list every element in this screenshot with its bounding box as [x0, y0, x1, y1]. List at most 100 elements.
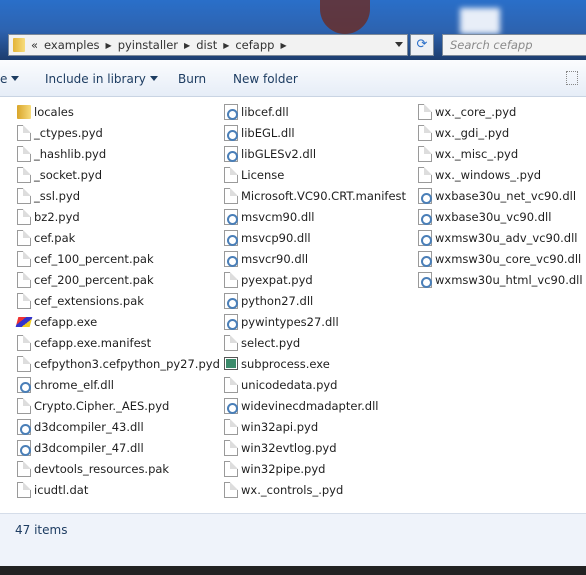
file-item[interactable]: cefapp.exe: [15, 311, 220, 332]
file-icon: [17, 481, 31, 498]
file-item[interactable]: libEGL.dll: [224, 122, 406, 143]
dll-file-icon: [224, 208, 238, 225]
file-name: subprocess.exe: [241, 356, 330, 371]
file-item[interactable]: python27.dll: [224, 290, 406, 311]
file-item[interactable]: _ctypes.pyd: [17, 122, 220, 143]
folder-icon: [17, 104, 31, 119]
new-folder-button[interactable]: New folder: [233, 72, 298, 86]
refresh-button[interactable]: ⟳: [410, 34, 434, 56]
file-item[interactable]: cef.pak: [17, 227, 220, 248]
file-item[interactable]: msvcp90.dll: [224, 227, 406, 248]
file-item[interactable]: icudtl.dat: [17, 479, 220, 500]
file-name: _ssl.pyd: [34, 188, 80, 203]
file-item[interactable]: msvcm90.dll: [224, 206, 406, 227]
file-item[interactable]: bz2.pyd: [17, 206, 220, 227]
address-dropdown-icon[interactable]: [395, 42, 403, 51]
file-item[interactable]: _hashlib.pyd: [17, 143, 220, 164]
file-item[interactable]: win32api.pyd: [224, 416, 406, 437]
chevron-right-icon[interactable]: ▶: [184, 41, 190, 50]
file-item[interactable]: win32evtlog.pyd: [224, 437, 406, 458]
file-icon: [224, 418, 238, 435]
file-item[interactable]: d3dcompiler_47.dll: [17, 437, 220, 458]
file-item[interactable]: License: [224, 164, 406, 185]
breadcrumb-cefapp[interactable]: cefapp: [235, 38, 274, 52]
file-name: _socket.pyd: [34, 167, 102, 182]
file-item[interactable]: wx._misc_.pyd: [418, 143, 583, 164]
file-name: cef_100_percent.pak: [34, 251, 154, 266]
file-name: python27.dll: [241, 293, 314, 308]
file-name: select.pyd: [241, 335, 301, 350]
file-name: libGLESv2.dll: [241, 146, 317, 161]
file-item[interactable]: wx._windows_.pyd: [418, 164, 583, 185]
file-item[interactable]: Microsoft.VC90.CRT.manifest: [224, 185, 406, 206]
file-item[interactable]: libcef.dll: [224, 101, 406, 122]
file-item[interactable]: cefpython3.cefpython_py27.pyd: [17, 353, 220, 374]
file-item[interactable]: wx._core_.pyd: [418, 101, 583, 122]
file-item[interactable]: devtools_resources.pak: [17, 458, 220, 479]
file-name: icudtl.dat: [34, 482, 89, 497]
file-name: Microsoft.VC90.CRT.manifest: [241, 188, 407, 203]
file-item[interactable]: _ssl.pyd: [17, 185, 220, 206]
file-item[interactable]: wxmsw30u_adv_vc90.dll: [418, 227, 583, 248]
file-item[interactable]: wxmsw30u_core_vc90.dll: [418, 248, 583, 269]
file-item[interactable]: cef_extensions.pak: [17, 290, 220, 311]
burn-button[interactable]: Burn: [178, 72, 206, 86]
view-options-icon[interactable]: [566, 71, 578, 85]
file-item[interactable]: libGLESv2.dll: [224, 143, 406, 164]
file-icon: [418, 103, 432, 120]
file-item[interactable]: msvcr90.dll: [224, 248, 406, 269]
file-item[interactable]: wx._gdi_.pyd: [418, 122, 583, 143]
file-icon: [224, 187, 238, 204]
file-item[interactable]: cef_100_percent.pak: [17, 248, 220, 269]
file-item[interactable]: cef_200_percent.pak: [17, 269, 220, 290]
chevron-right-icon[interactable]: ▶: [280, 41, 286, 50]
breadcrumb-dist[interactable]: dist: [196, 38, 217, 52]
dll-file-icon: [224, 250, 238, 267]
command-bar: e Include in library Burn New folder: [0, 60, 586, 97]
file-icon: [418, 145, 432, 162]
file-item[interactable]: wxbase30u_net_vc90.dll: [418, 185, 583, 206]
wallpaper-detail: [460, 8, 500, 34]
dropdown-arrow-icon: [11, 76, 20, 85]
include-in-library-menu[interactable]: Include in library: [45, 72, 158, 86]
file-item[interactable]: wxmsw30u_html_vc90.dll: [418, 269, 583, 290]
file-icon: [17, 334, 31, 351]
chevron-right-icon[interactable]: ▶: [106, 41, 112, 50]
file-item[interactable]: win32pipe.pyd: [224, 458, 406, 479]
file-name: locales: [34, 104, 74, 119]
file-item[interactable]: wxbase30u_vc90.dll: [418, 206, 583, 227]
file-item[interactable]: widevinecdmadapter.dll: [224, 395, 406, 416]
file-item[interactable]: _socket.pyd: [17, 164, 220, 185]
file-icon: [17, 355, 31, 372]
breadcrumb-examples[interactable]: examples: [44, 38, 100, 52]
file-icon: [224, 481, 238, 498]
dll-file-icon: [224, 292, 238, 309]
file-icon: [17, 187, 31, 204]
organize-menu[interactable]: e: [0, 72, 20, 86]
file-name: cef.pak: [34, 230, 76, 245]
file-item[interactable]: pywintypes27.dll: [224, 311, 406, 332]
breadcrumb-overflow[interactable]: «: [31, 38, 38, 52]
file-item[interactable]: select.pyd: [224, 332, 406, 353]
breadcrumb-pyinstaller[interactable]: pyinstaller: [118, 38, 178, 52]
chevron-right-icon[interactable]: ▶: [223, 41, 229, 50]
file-column: locales _ctypes.pyd _hashlib.pyd _socket.py…: [15, 101, 220, 500]
file-item[interactable]: chrome_elf.dll: [17, 374, 220, 395]
file-column: libcef.dll libEGL.dll libGLESv2.dll License…: [224, 101, 406, 500]
file-item[interactable]: pyexpat.pyd: [224, 269, 406, 290]
file-item[interactable]: subprocess.exe: [224, 353, 406, 374]
file-item[interactable]: d3dcompiler_43.dll: [17, 416, 220, 437]
file-item[interactable]: wx._controls_.pyd: [224, 479, 406, 500]
dll-file-icon: [418, 271, 432, 288]
file-item[interactable]: locales: [17, 101, 220, 122]
file-name: cef_extensions.pak: [34, 293, 144, 308]
search-input[interactable]: Search cefapp: [442, 34, 586, 56]
file-name: wxbase30u_net_vc90.dll: [435, 188, 577, 203]
file-item[interactable]: cefapp.exe.manifest: [17, 332, 220, 353]
address-bar[interactable]: « examples ▶ pyinstaller ▶ dist ▶ cefapp ▶: [8, 34, 408, 56]
file-name: wx._controls_.pyd: [241, 482, 344, 497]
file-item[interactable]: unicodedata.pyd: [224, 374, 406, 395]
file-item[interactable]: Crypto.Cipher._AES.pyd: [17, 395, 220, 416]
file-name: libcef.dll: [241, 104, 289, 119]
taskbar-edge: [0, 566, 586, 575]
